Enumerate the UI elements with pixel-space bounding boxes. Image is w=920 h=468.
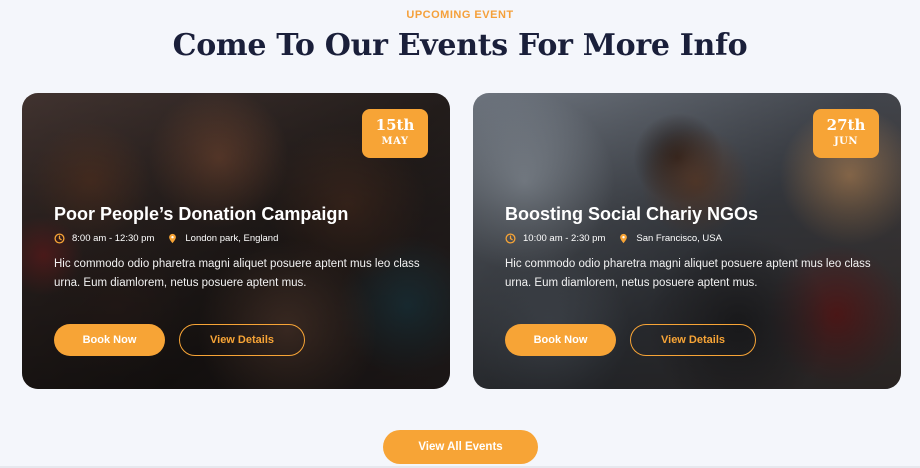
event-description: Hic commodo odio pharetra magni aliquet …	[54, 258, 420, 289]
date-day: 27th	[826, 116, 866, 134]
view-details-button[interactable]: View Details	[179, 324, 305, 356]
event-title[interactable]: Boosting Social Chariy NGOs	[505, 204, 758, 225]
book-now-button[interactable]: Book Now	[54, 324, 165, 356]
date-month: MAY	[381, 136, 409, 147]
event-location-group: San Francisco, USA	[618, 233, 722, 244]
date-badge: 15th MAY	[362, 109, 428, 158]
view-details-button[interactable]: View Details	[630, 324, 756, 356]
clock-icon	[54, 232, 65, 244]
event-time: 8:00 am - 12:30 pm	[72, 232, 155, 244]
date-day: 15th	[375, 116, 415, 134]
event-card: 27th JUN Boosting Social Chariy NGOs 10:…	[473, 93, 901, 389]
book-now-button[interactable]: Book Now	[505, 324, 616, 356]
event-time: 10:00 am - 2:30 pm	[523, 232, 606, 244]
event-location-group: London park, England	[167, 233, 278, 244]
event-description: Hic commodo odio pharetra magni aliquet …	[505, 258, 871, 289]
date-badge: 27th JUN	[813, 109, 879, 158]
view-all-events-button[interactable]: View All Events	[383, 430, 538, 464]
section-heading: Come To Our Events For More Info	[172, 28, 748, 63]
map-pin-icon	[620, 233, 628, 243]
event-meta: 10:00 am - 2:30 pm San Francisco, USA	[505, 231, 722, 245]
clock-icon	[505, 232, 516, 244]
section-eyebrow: UPCOMING EVENT	[406, 9, 514, 21]
date-month: JUN	[833, 136, 859, 147]
event-title[interactable]: Poor People’s Donation Campaign	[54, 204, 348, 225]
map-pin-icon	[169, 233, 177, 243]
event-location: San Francisco, USA	[636, 232, 722, 244]
event-meta: 8:00 am - 12:30 pm London park, England	[54, 231, 278, 245]
event-card: 15th MAY Poor People’s Donation Campaign…	[22, 93, 450, 389]
event-location: London park, England	[185, 232, 279, 244]
